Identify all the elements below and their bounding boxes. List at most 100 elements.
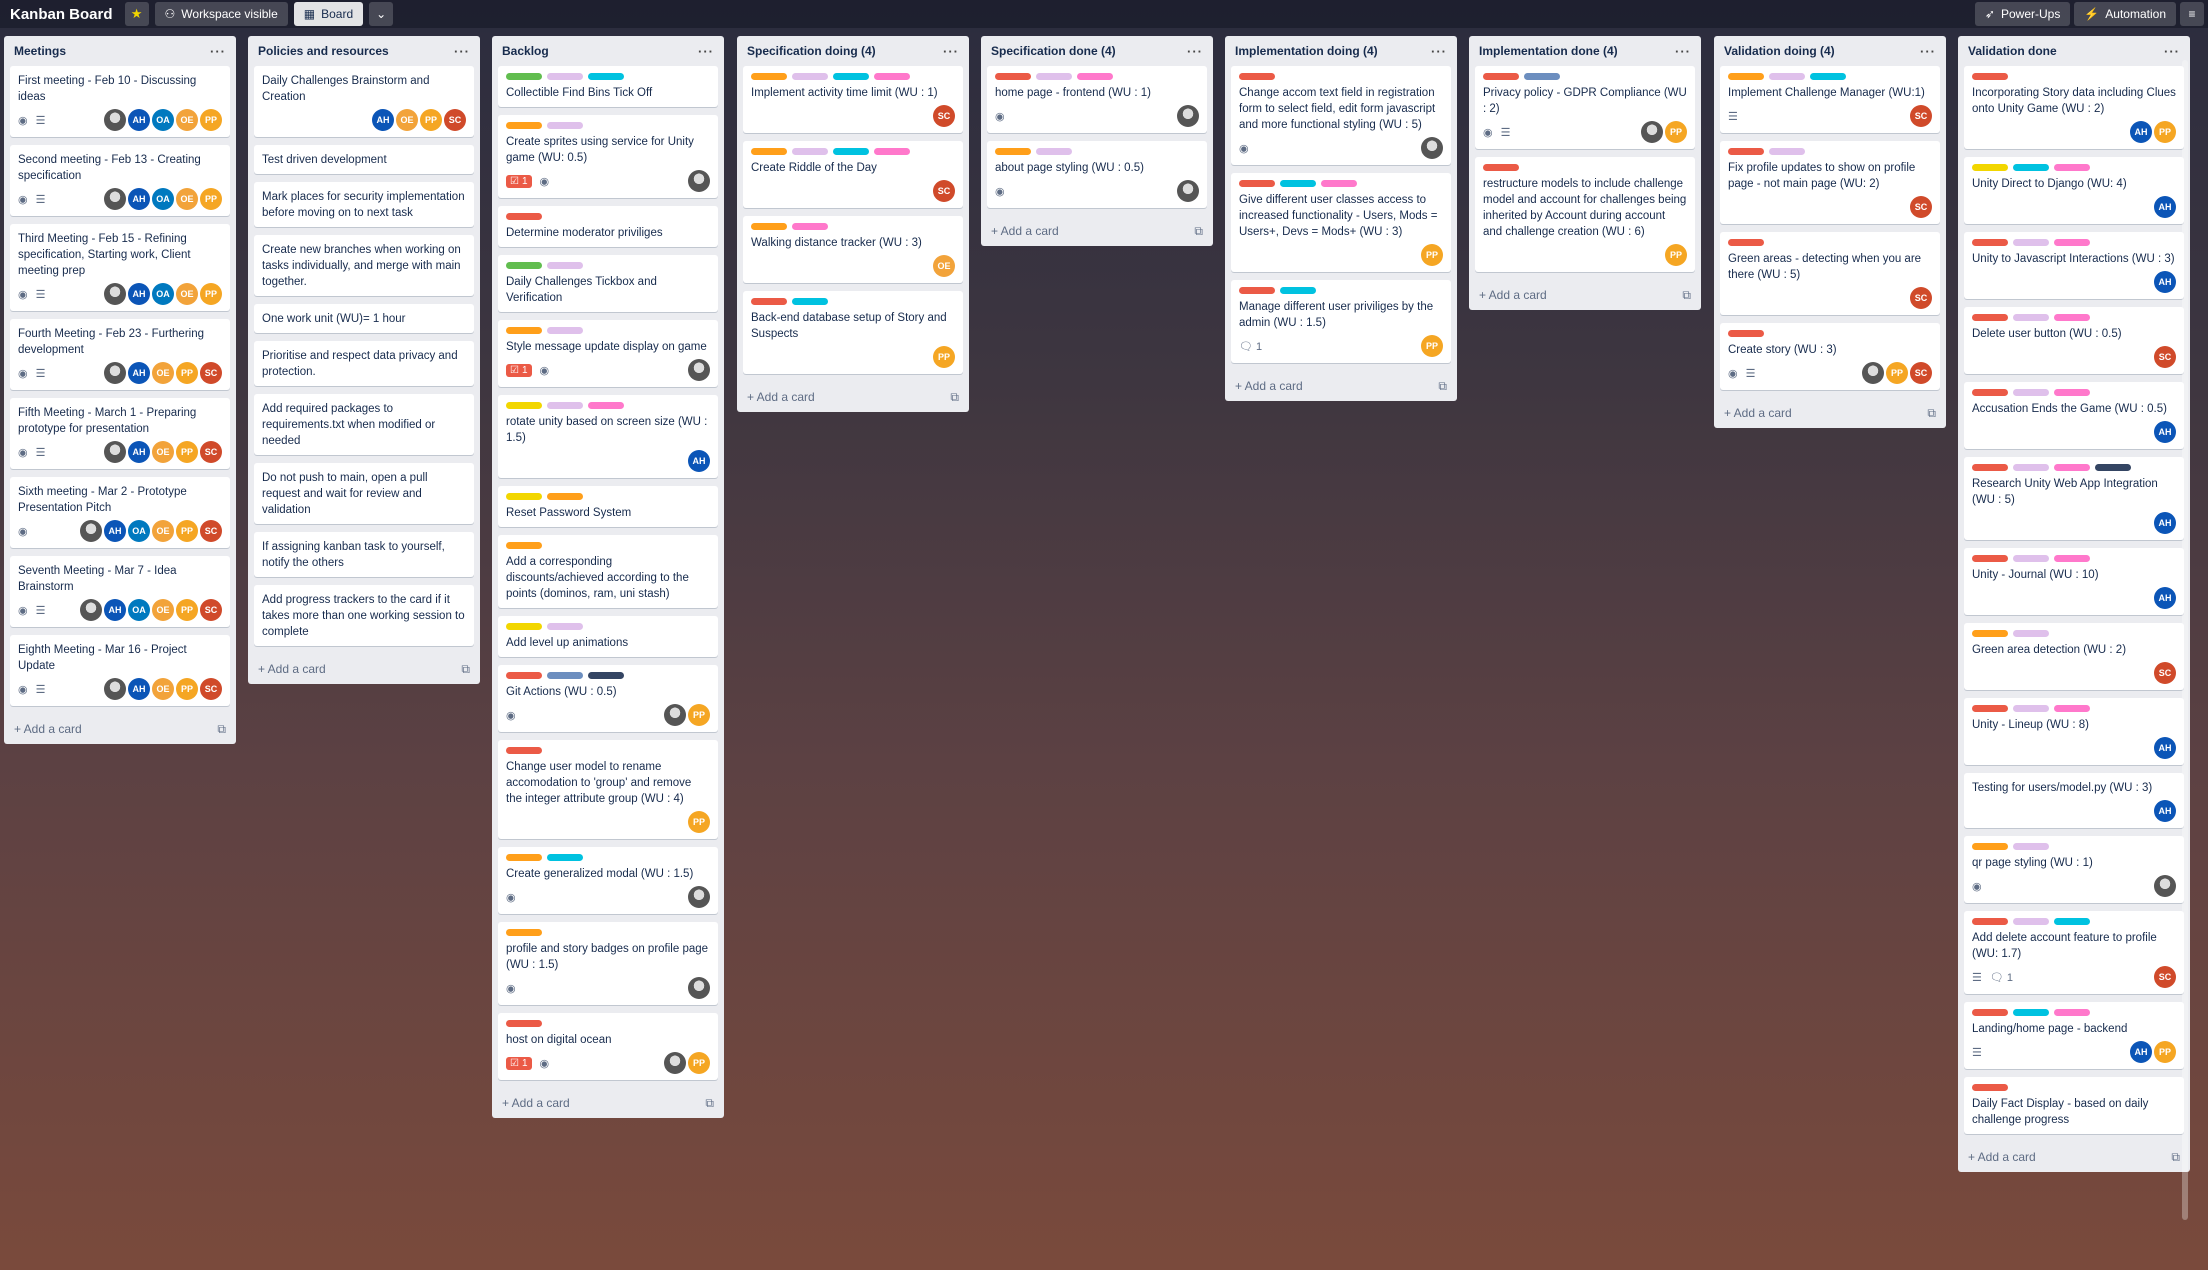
card-label-pink[interactable]: [2054, 464, 2090, 471]
list-menu-icon[interactable]: ···: [943, 44, 959, 59]
avatar-sc[interactable]: SC: [2154, 966, 2176, 988]
add-card-button[interactable]: + Add a card ⧉: [1714, 398, 1946, 428]
avatar-pp[interactable]: PP: [1421, 335, 1443, 357]
card-label-pink[interactable]: [588, 402, 624, 409]
card-label-orange[interactable]: [1972, 630, 2008, 637]
card[interactable]: Walking distance tracker (WU : 3) OE: [743, 216, 963, 283]
card-label-yellow[interactable]: [1972, 164, 2008, 171]
card[interactable]: Add delete account feature to profile (W…: [1964, 911, 2184, 994]
card[interactable]: Sixth meeting - Mar 2 - Prototype Presen…: [10, 477, 230, 548]
avatar-ah[interactable]: AH: [128, 109, 150, 131]
card-label-green[interactable]: [506, 262, 542, 269]
avatar-ah[interactable]: AH: [128, 362, 150, 384]
avatar-ah[interactable]: AH: [2130, 1041, 2152, 1063]
avatar-ah[interactable]: AH: [128, 441, 150, 463]
card-label-red[interactable]: [751, 298, 787, 305]
card[interactable]: Git Actions (WU : 0.5) ◉ PP: [498, 665, 718, 732]
list-title[interactable]: Meetings: [14, 44, 66, 58]
card-label-red[interactable]: [1972, 705, 2008, 712]
automation-button[interactable]: ⚡ Automation: [2074, 2, 2176, 26]
card-label-lightpurple[interactable]: [1769, 73, 1805, 80]
list-menu-icon[interactable]: ···: [1431, 44, 1447, 59]
card[interactable]: Do not push to main, open a pull request…: [254, 463, 474, 524]
card-label-red[interactable]: [506, 672, 542, 679]
card-label-sky[interactable]: [588, 73, 624, 80]
card-label-lightpurple[interactable]: [547, 623, 583, 630]
card-label-lightpurple[interactable]: [547, 262, 583, 269]
card-label-pink[interactable]: [2054, 1009, 2090, 1016]
avatar-sc[interactable]: SC: [1910, 287, 1932, 309]
card-label-lightpurple[interactable]: [2013, 843, 2049, 850]
card[interactable]: Fix profile updates to show on profile p…: [1720, 141, 1940, 224]
card[interactable]: Green area detection (WU : 2) SC: [1964, 623, 2184, 690]
avatar-pp[interactable]: PP: [200, 188, 222, 210]
card[interactable]: Create Riddle of the Day SC: [743, 141, 963, 208]
card-label-pink[interactable]: [2054, 239, 2090, 246]
card-label-sky[interactable]: [792, 298, 828, 305]
card[interactable]: Create new branches when working on task…: [254, 235, 474, 296]
card[interactable]: Incorporating Story data including Clues…: [1964, 66, 2184, 149]
avatar-photo[interactable]: [1177, 180, 1199, 202]
avatar-oe[interactable]: OE: [176, 109, 198, 131]
avatar-sc[interactable]: SC: [1910, 362, 1932, 384]
card-label-red[interactable]: [1972, 389, 2008, 396]
card-label-steel[interactable]: [547, 672, 583, 679]
card-label-red[interactable]: [1972, 555, 2008, 562]
avatar-oe[interactable]: OE: [933, 255, 955, 277]
card-template-icon[interactable]: ⧉: [1438, 379, 1447, 394]
card-label-red[interactable]: [995, 73, 1031, 80]
avatar-photo[interactable]: [104, 362, 126, 384]
add-card-button[interactable]: + Add a card ⧉: [1469, 280, 1701, 310]
avatar-sc[interactable]: SC: [2154, 662, 2176, 684]
avatar-ah[interactable]: AH: [2154, 196, 2176, 218]
card[interactable]: Implement activity time limit (WU : 1) SC: [743, 66, 963, 133]
avatar-photo[interactable]: [688, 359, 710, 381]
card-template-icon[interactable]: ⧉: [2171, 1150, 2180, 1165]
avatar-pp[interactable]: PP: [176, 520, 198, 542]
avatar-ah[interactable]: AH: [2154, 587, 2176, 609]
avatar-sc[interactable]: SC: [200, 362, 222, 384]
card[interactable]: Green areas - detecting when you are the…: [1720, 232, 1940, 315]
card[interactable]: Seventh Meeting - Mar 7 - Idea Brainstor…: [10, 556, 230, 627]
list-header[interactable]: Policies and resources ···: [248, 36, 480, 66]
card[interactable]: Landing/home page - backend ☰ AH PP: [1964, 1002, 2184, 1069]
card-label-yellow[interactable]: [506, 402, 542, 409]
card[interactable]: Unity - Lineup (WU : 8) AH: [1964, 698, 2184, 765]
avatar-pp[interactable]: PP: [1886, 362, 1908, 384]
avatar-sc[interactable]: SC: [200, 599, 222, 621]
card-label-red[interactable]: [1728, 330, 1764, 337]
card[interactable]: Collectible Find Bins Tick Off: [498, 66, 718, 107]
card-label-orange[interactable]: [1972, 843, 2008, 850]
card[interactable]: Delete user button (WU : 0.5) SC: [1964, 307, 2184, 374]
card-label-pink[interactable]: [874, 148, 910, 155]
card-label-red[interactable]: [1972, 1084, 2008, 1091]
list-title[interactable]: Implementation doing (4): [1235, 44, 1378, 58]
avatar-ah[interactable]: AH: [128, 283, 150, 305]
avatar-sc[interactable]: SC: [933, 180, 955, 202]
card[interactable]: about page styling (WU : 0.5) ◉: [987, 141, 1207, 208]
card-label-pink[interactable]: [2054, 555, 2090, 562]
card-template-icon[interactable]: ⧉: [217, 722, 226, 737]
card-label-green[interactable]: [506, 73, 542, 80]
card-label-lightpurple[interactable]: [547, 327, 583, 334]
avatar-photo[interactable]: [1177, 105, 1199, 127]
card[interactable]: Add level up animations: [498, 616, 718, 657]
avatar-oe[interactable]: OE: [152, 599, 174, 621]
avatar-oe[interactable]: OE: [396, 109, 418, 131]
card-label-sky[interactable]: [1280, 180, 1316, 187]
avatar-oe[interactable]: OE: [152, 362, 174, 384]
board-title[interactable]: Kanban Board: [10, 6, 113, 23]
card-label-pink[interactable]: [1077, 73, 1113, 80]
card[interactable]: Style message update display on game ☑ 1 ◉: [498, 320, 718, 387]
card-label-sky[interactable]: [2054, 918, 2090, 925]
card[interactable]: Second meeting - Feb 13 - Creating speci…: [10, 145, 230, 216]
avatar-photo[interactable]: [1862, 362, 1884, 384]
add-card-button[interactable]: + Add a card ⧉: [981, 216, 1213, 246]
card[interactable]: Daily Fact Display - based on daily chal…: [1964, 1077, 2184, 1134]
card-label-sky[interactable]: [2013, 1009, 2049, 1016]
card-label-lightpurple[interactable]: [2013, 464, 2049, 471]
avatar-photo[interactable]: [1421, 137, 1443, 159]
avatar-sc[interactable]: SC: [200, 441, 222, 463]
card-label-yellow[interactable]: [506, 493, 542, 500]
card-label-orange[interactable]: [506, 542, 542, 549]
